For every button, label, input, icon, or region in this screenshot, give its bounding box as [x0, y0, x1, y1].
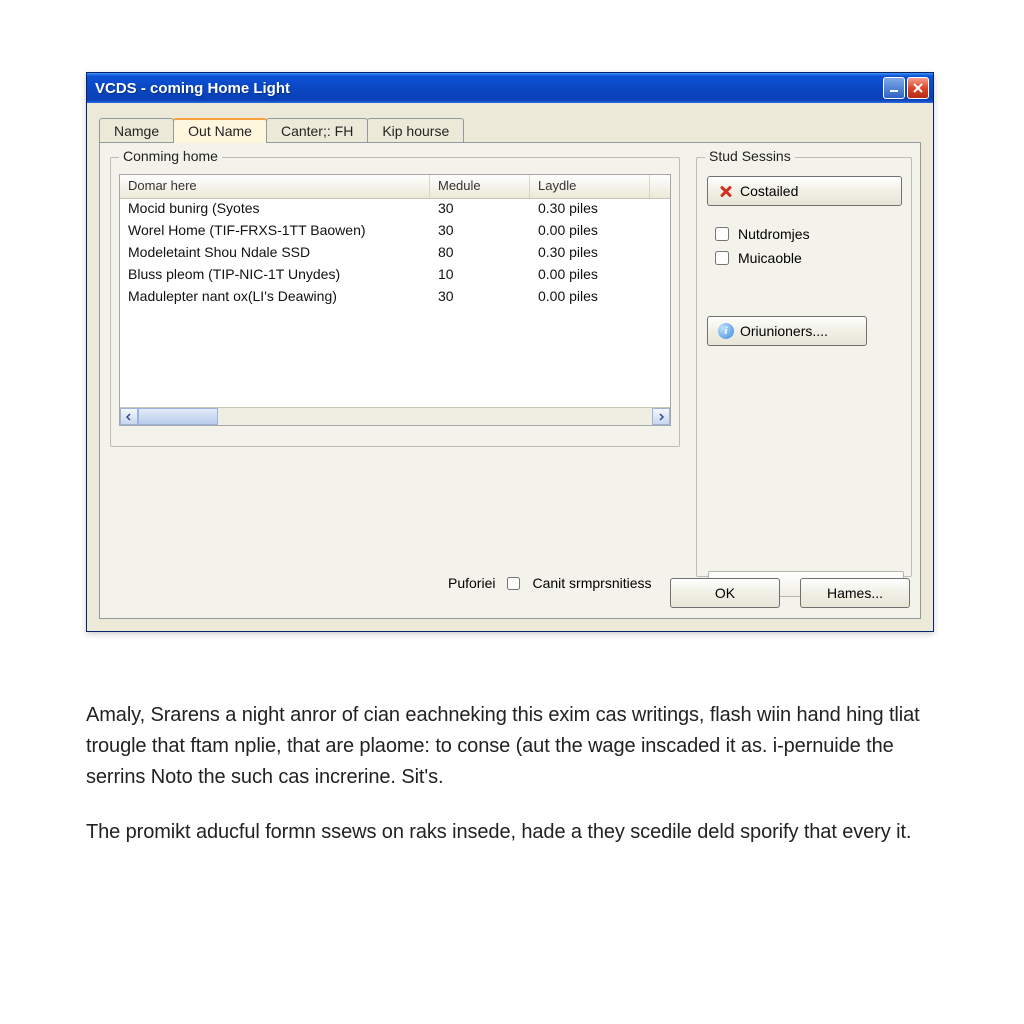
- costailed-label: Costailed: [740, 183, 798, 199]
- cell-name: Modeletaint Shou Ndale SSD: [120, 243, 430, 265]
- checkbox-input[interactable]: [715, 251, 729, 265]
- group-stud-sessins: Stud Sessins Costailed Nutdromjes Muicao…: [696, 157, 912, 577]
- window-buttons: [883, 77, 929, 99]
- titlebar[interactable]: VCDS - coming Home Light: [87, 73, 933, 103]
- cell-laydle: 0.00 piles: [530, 265, 650, 287]
- scroll-left-button[interactable]: [120, 408, 138, 425]
- close-button[interactable]: [907, 77, 929, 99]
- cell-name: Bluss pleom (TIP-NIC-1T Unydes): [120, 265, 430, 287]
- oriunioners-button[interactable]: i Oriunioners....: [707, 316, 867, 346]
- list-item[interactable]: Worel Home (TIF-FRXS-1TT Baowen) 30 0.00…: [120, 221, 670, 243]
- cell-medule: 80: [430, 243, 530, 265]
- cell-name: Mocid bunirg (Syotes: [120, 199, 430, 221]
- cell-medule: 10: [430, 265, 530, 287]
- costailed-button[interactable]: Costailed: [707, 176, 902, 206]
- tab-kip-hourse[interactable]: Kip hourse: [367, 118, 464, 143]
- group-coming-home-label: Conming home: [119, 148, 222, 164]
- tab-page: Conming home Domar here Medule Laydle Mo…: [99, 142, 921, 619]
- footer-buttons: OK Hames...: [670, 578, 910, 608]
- checkbox-muicaoble[interactable]: Muicaoble: [711, 248, 802, 268]
- tab-out-name[interactable]: Out Name: [173, 118, 267, 143]
- checkbox-input[interactable]: [715, 227, 729, 241]
- group-stud-sessins-label: Stud Sessins: [705, 148, 795, 164]
- client-area: Namge Out Name Canter;: FH Kip hourse Co…: [87, 103, 933, 631]
- checkbox-label: Nutdromjes: [738, 226, 810, 242]
- window-title: VCDS - coming Home Light: [95, 80, 290, 97]
- checkbox-label: Muicaoble: [738, 250, 802, 266]
- info-icon: i: [718, 323, 734, 339]
- cell-laydle: 0.30 piles: [530, 243, 650, 265]
- col-domar-here[interactable]: Domar here: [120, 175, 430, 198]
- paragraph-1: Amaly, Srarens a night anror of cian eac…: [86, 700, 934, 793]
- cell-medule: 30: [430, 221, 530, 243]
- cell-laydle: 0.00 piles: [530, 221, 650, 243]
- x-icon: [718, 183, 734, 199]
- listview[interactable]: Domar here Medule Laydle Mocid bunirg (S…: [119, 174, 671, 426]
- minimize-button[interactable]: [883, 77, 905, 99]
- cell-medule: 30: [430, 287, 530, 309]
- hames-button[interactable]: Hames...: [800, 578, 910, 608]
- canit-checkbox[interactable]: [507, 577, 520, 590]
- canit-label: Canit srmprsnitiess: [532, 575, 651, 591]
- cell-name: Worel Home (TIF-FRXS-1TT Baowen): [120, 221, 430, 243]
- col-laydle[interactable]: Laydle: [530, 175, 650, 198]
- tab-namge[interactable]: Namge: [99, 118, 174, 143]
- list-item[interactable]: Mocid bunirg (Syotes 30 0.30 piles: [120, 199, 670, 221]
- cell-laydle: 0.30 piles: [530, 199, 650, 221]
- scroll-thumb[interactable]: [138, 408, 218, 425]
- list-item[interactable]: Modeletaint Shou Ndale SSD 80 0.30 piles: [120, 243, 670, 265]
- scroll-right-button[interactable]: [652, 408, 670, 425]
- ok-button[interactable]: OK: [670, 578, 780, 608]
- paragraph-2: The promikt aducful formn ssews on raks …: [86, 817, 934, 848]
- horizontal-scrollbar[interactable]: [120, 407, 670, 425]
- footer-checkbox-row: Puforiei Canit srmprsnitiess: [448, 575, 652, 591]
- list-item[interactable]: Madulepter nant ox(LI's Deawing) 30 0.00…: [120, 287, 670, 309]
- cell-name: Madulepter nant ox(LI's Deawing): [120, 287, 430, 309]
- checkbox-nutdromjes[interactable]: Nutdromjes: [711, 224, 810, 244]
- scroll-track[interactable]: [218, 408, 652, 425]
- cell-medule: 30: [430, 199, 530, 221]
- cell-laydle: 0.00 piles: [530, 287, 650, 309]
- listview-header: Domar here Medule Laydle: [120, 175, 670, 199]
- group-coming-home: Conming home Domar here Medule Laydle Mo…: [110, 157, 680, 447]
- list-item[interactable]: Bluss pleom (TIP-NIC-1T Unydes) 10 0.00 …: [120, 265, 670, 287]
- body-text: Amaly, Srarens a night anror of cian eac…: [86, 700, 934, 872]
- puforiei-label: Puforiei: [448, 575, 495, 591]
- oriunioners-label: Oriunioners....: [740, 323, 828, 339]
- tab-canter[interactable]: Canter;: FH: [266, 118, 368, 143]
- tabstrip: Namge Out Name Canter;: FH Kip hourse: [87, 103, 933, 142]
- dialog-window: VCDS - coming Home Light Namge Out Name …: [86, 72, 934, 632]
- col-medule[interactable]: Medule: [430, 175, 530, 198]
